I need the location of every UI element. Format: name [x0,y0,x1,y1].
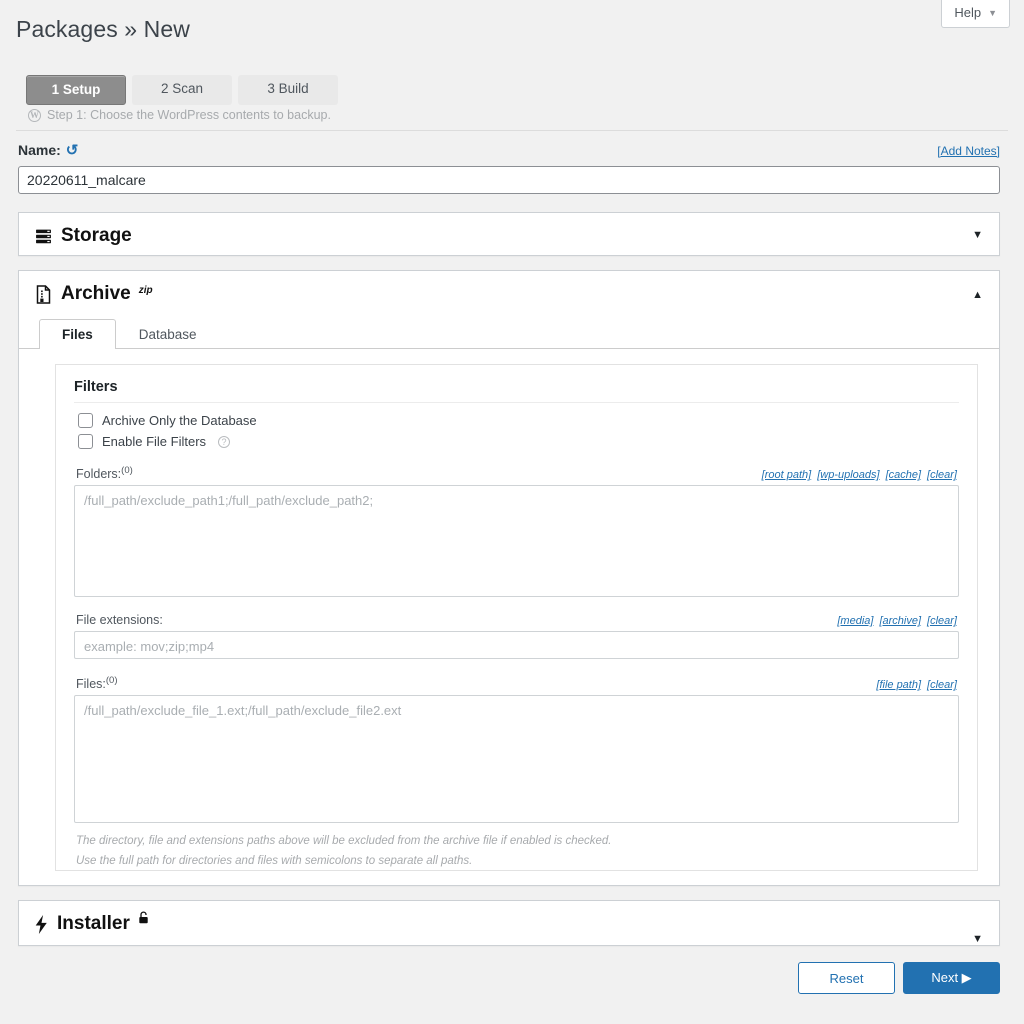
filters-heading: Filters [74,379,959,403]
folders-label: Folders:(0) [76,465,133,481]
checkbox-enable-file-filters[interactable] [78,434,93,449]
folders-label-text: Folders: [76,467,121,481]
add-notes-link[interactable]: [Add Notes] [937,144,1000,158]
folders-link-clear[interactable]: [clear] [927,469,957,481]
chevron-up-icon[interactable] [972,289,983,301]
extensions-label: File extensions: [76,613,163,627]
extensions-links: [media] [archive] [clear] [837,615,957,627]
server-stack-icon [35,228,52,245]
folders-count: (0) [121,465,133,476]
files-field-header: Files:(0) [file path] [clear] [76,675,957,691]
name-label-text: Name: [18,142,61,158]
name-row: Name: ↺ [Add Notes] [18,142,1000,158]
next-button[interactable]: Next ▶ [903,962,1000,994]
checkbox-row-enable-file-filters[interactable]: Enable File Filters ? [78,434,959,449]
archive-file-icon [35,285,52,304]
storage-panel-title: Storage [61,225,132,247]
folders-links: [root path] [wp-uploads] [cache] [clear] [762,469,957,481]
folders-textarea[interactable] [74,485,959,597]
footer-actions: Reset Next ▶ [798,962,1000,994]
header-divider [16,130,1008,131]
archive-format-superscript: zip [139,285,153,296]
steps-nav: 1 Setup 2 Scan 3 Build [26,75,338,105]
files-label: Files:(0) [76,675,118,691]
wordpress-icon: W [28,109,41,122]
reset-button[interactable]: Reset [798,962,895,994]
extensions-field-header: File extensions: [media] [archive] [clea… [76,613,957,627]
installer-panel-title-text: Installer [57,913,130,935]
storage-panel[interactable]: Storage [18,212,1000,256]
checkbox-archive-only-database[interactable] [78,413,93,428]
extensions-link-archive[interactable]: [archive] [879,615,921,627]
files-links: [file path] [clear] [876,679,957,691]
installer-panel-header[interactable]: Installer [19,901,999,947]
step-tab-setup[interactable]: 1 Setup [26,75,126,105]
files-link-clear[interactable]: [clear] [927,679,957,691]
filters-note-line-1: The directory, file and extensions paths… [76,833,959,851]
checkbox-label-enable-file-filters: Enable File Filters [102,434,206,449]
chevron-down-icon: ▼ [988,8,997,18]
page-root: Help ▼ Packages » New 1 Setup 2 Scan 3 B… [0,0,1024,1024]
name-label: Name: ↺ [18,142,78,158]
filters-note-line-2: Use the full path for directories and fi… [76,853,959,871]
help-button-label: Help [954,5,981,20]
extensions-link-clear[interactable]: [clear] [927,615,957,627]
installer-panel-title: Installer [57,913,149,935]
archive-tabs: Files Database [19,318,999,349]
step-tab-build[interactable]: 3 Build [238,75,338,105]
chevron-down-icon[interactable] [972,933,983,945]
package-name-input[interactable] [18,166,1000,194]
storage-panel-header[interactable]: Storage [19,213,999,259]
folders-link-cache[interactable]: [cache] [886,469,921,481]
chevron-down-icon[interactable] [972,229,983,241]
filters-container: Filters Archive Only the Database Enable… [55,364,978,871]
folders-field-header: Folders:(0) [root path] [wp-uploads] [ca… [76,465,957,481]
page-title: Packages » New [16,16,190,43]
help-circle-icon[interactable]: ? [218,436,230,448]
files-label-text: Files: [76,677,106,691]
files-count: (0) [106,675,118,686]
checkbox-row-archive-only-database[interactable]: Archive Only the Database [78,413,959,428]
tab-files[interactable]: Files [39,319,116,349]
archive-panel-title: Archive zip [61,283,153,305]
checkbox-label-archive-only-database: Archive Only the Database [102,413,257,428]
files-textarea[interactable] [74,695,959,823]
archive-panel-header[interactable]: Archive zip [19,271,999,317]
lock-icon [138,911,149,927]
files-link-file-path[interactable]: [file path] [876,679,921,691]
installer-panel[interactable]: Installer [18,900,1000,946]
help-button[interactable]: Help ▼ [941,0,1010,28]
extensions-textarea[interactable] [74,631,959,659]
step-description-text: Step 1: Choose the WordPress contents to… [47,108,331,122]
lightning-bolt-icon [35,915,48,934]
tab-database[interactable]: Database [116,319,220,349]
archive-panel: Archive zip Files Database Filters Archi… [18,270,1000,886]
extensions-link-media[interactable]: [media] [837,615,873,627]
reset-icon[interactable]: ↺ [66,143,79,158]
step-tab-scan[interactable]: 2 Scan [132,75,232,105]
folders-link-root-path[interactable]: [root path] [762,469,812,481]
archive-panel-title-text: Archive [61,283,131,305]
folders-link-wp-uploads[interactable]: [wp-uploads] [817,469,879,481]
step-description: W Step 1: Choose the WordPress contents … [28,108,331,122]
